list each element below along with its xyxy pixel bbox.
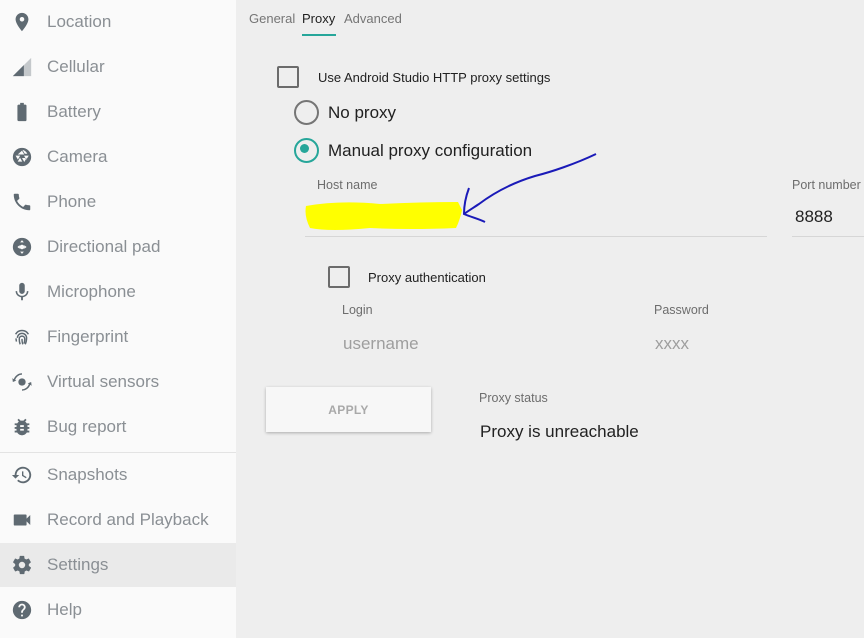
rotation-icon xyxy=(10,370,34,394)
sidebar-item-battery[interactable]: Battery xyxy=(0,90,236,134)
host-name-redaction-highlight xyxy=(305,202,462,230)
password-input[interactable]: xxxx xyxy=(655,334,689,354)
camera-aperture-icon xyxy=(10,145,34,169)
apply-button[interactable]: APPLY xyxy=(266,387,431,432)
sidebar: Location Cellular Battery Camera Phone D… xyxy=(0,0,236,638)
proxy-status-label: Proxy status xyxy=(479,391,548,405)
password-label: Password xyxy=(654,303,709,317)
sidebar-item-snapshots[interactable]: Snapshots xyxy=(0,453,236,497)
port-number-underline xyxy=(792,236,864,237)
host-name-label: Host name xyxy=(317,178,378,192)
sidebar-item-label: Bug report xyxy=(47,417,127,436)
sidebar-item-location[interactable]: Location xyxy=(0,0,236,44)
annotation-arrow-icon xyxy=(462,153,597,223)
bug-icon xyxy=(10,415,34,439)
dpad-icon xyxy=(10,235,34,259)
sidebar-item-label: Microphone xyxy=(47,282,136,301)
sidebar-item-help[interactable]: Help xyxy=(0,588,236,632)
sidebar-item-label: Help xyxy=(47,600,82,619)
port-number-label: Port number xyxy=(792,178,861,192)
sidebar-item-directional-pad[interactable]: Directional pad xyxy=(0,225,236,269)
sidebar-item-bug-report[interactable]: Bug report xyxy=(0,405,236,449)
sidebar-item-cellular[interactable]: Cellular xyxy=(0,45,236,89)
sidebar-item-microphone[interactable]: Microphone xyxy=(0,270,236,314)
proxy-authentication-label: Proxy authentication xyxy=(368,270,486,285)
sidebar-item-label: Battery xyxy=(47,102,101,121)
sidebar-item-phone[interactable]: Phone xyxy=(0,180,236,224)
sidebar-item-label: Camera xyxy=(47,147,108,166)
fingerprint-icon xyxy=(10,325,34,349)
sidebar-item-label: Virtual sensors xyxy=(47,372,160,391)
proxy-status-value: Proxy is unreachable xyxy=(480,422,639,441)
sidebar-item-record-and-playback[interactable]: Record and Playback xyxy=(0,498,236,542)
proxy-authentication-checkbox[interactable] xyxy=(328,266,350,288)
sidebar-item-label: Snapshots xyxy=(47,465,128,484)
use-studio-proxy-checkbox[interactable] xyxy=(277,66,299,88)
no-proxy-radio[interactable] xyxy=(294,100,319,125)
sidebar-item-fingerprint[interactable]: Fingerprint xyxy=(0,315,236,359)
tab-general[interactable]: General xyxy=(249,11,295,26)
help-icon xyxy=(10,598,34,622)
battery-icon xyxy=(10,100,34,124)
sidebar-item-label: Cellular xyxy=(47,57,105,76)
sidebar-item-label: Settings xyxy=(47,555,109,574)
sidebar-item-label: Record and Playback xyxy=(47,510,209,529)
cellular-signal-icon xyxy=(10,55,34,79)
tab-advanced[interactable]: Advanced xyxy=(344,11,402,26)
host-name-underline xyxy=(305,236,767,237)
sidebar-item-settings[interactable]: Settings xyxy=(0,543,236,587)
gear-icon xyxy=(10,553,34,577)
manual-proxy-radio[interactable] xyxy=(294,138,319,163)
sidebar-item-label: Fingerprint xyxy=(47,327,129,346)
sidebar-item-label: Directional pad xyxy=(47,237,161,256)
videocam-icon xyxy=(10,508,34,532)
active-tab-indicator xyxy=(302,34,336,36)
microphone-icon xyxy=(10,280,34,304)
sidebar-item-virtual-sensors[interactable]: Virtual sensors xyxy=(0,360,236,404)
sidebar-item-camera[interactable]: Camera xyxy=(0,135,236,179)
location-pin-icon xyxy=(10,10,34,34)
login-label: Login xyxy=(342,303,373,317)
no-proxy-label: No proxy xyxy=(328,103,397,122)
history-icon xyxy=(10,463,34,487)
port-number-input[interactable]: 8888 xyxy=(795,207,833,227)
login-input[interactable]: username xyxy=(343,334,419,354)
sidebar-item-label: Location xyxy=(47,12,112,31)
use-studio-proxy-label: Use Android Studio HTTP proxy settings xyxy=(318,70,551,85)
tab-proxy[interactable]: Proxy xyxy=(302,11,335,26)
phone-icon xyxy=(10,190,34,214)
sidebar-item-label: Phone xyxy=(47,192,97,211)
